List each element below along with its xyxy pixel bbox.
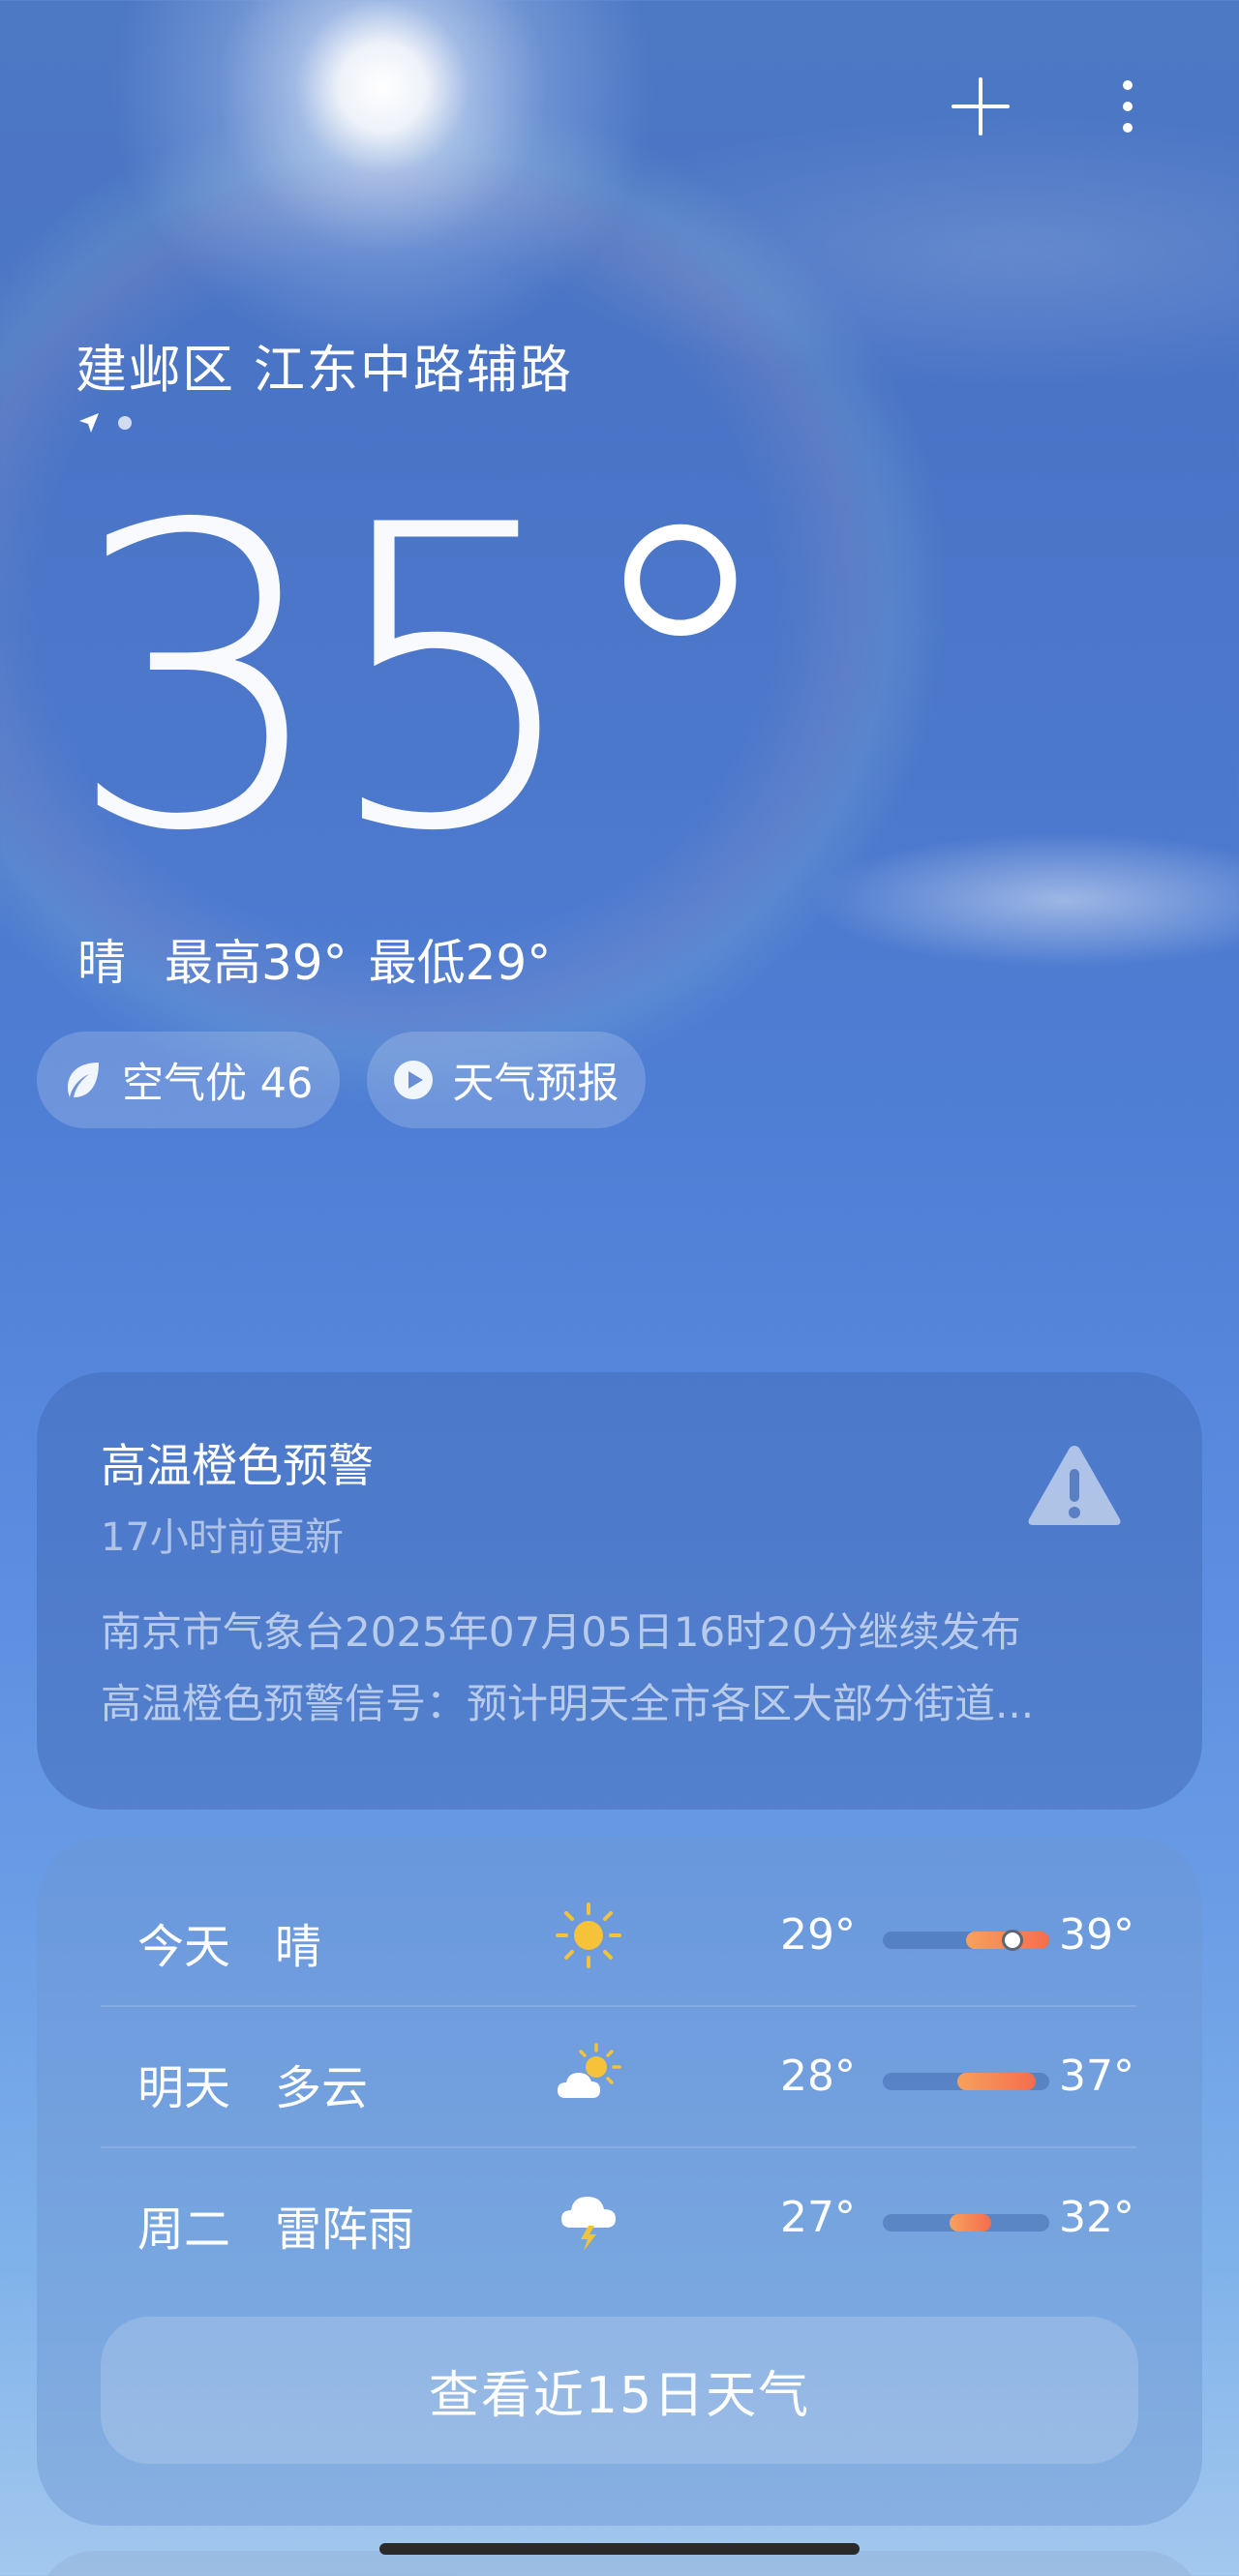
forecast-row[interactable]: 今天 晴 29° 39° [101, 1866, 1136, 2007]
forecast-video-chip[interactable]: 天气预报 [367, 1032, 647, 1128]
alert-title: 高温橙色预警 [101, 1440, 374, 1493]
plus-icon [952, 77, 1010, 135]
today-high: 最高39° [165, 935, 348, 991]
forecast-day: 周二 [137, 2202, 231, 2257]
play-circle-icon [394, 1061, 434, 1099]
forecast-condition: 雷阵雨 [275, 2202, 415, 2257]
temperature-range-fill [957, 2073, 1037, 2090]
thunderstorm-icon [561, 2197, 616, 2251]
forecast-low: 27° [780, 2193, 856, 2242]
forecast-day: 今天 [137, 1920, 231, 1974]
add-city-button[interactable] [942, 68, 1019, 145]
weather-alert-card[interactable]: 高温橙色预警 17小时前更新 南京市气象台2025年07月05日16时20分继续… [37, 1372, 1202, 1810]
air-quality-label: 空气优 46 [122, 1060, 314, 1108]
forecast-low: 28° [780, 2052, 856, 2101]
more-options-button[interactable] [1089, 68, 1166, 145]
sun-icon [556, 1902, 621, 1968]
air-quality-chip[interactable]: 空气优 46 [37, 1032, 341, 1128]
alert-body: 南京市气象台2025年07月05日16时20分继续发布 高温橙色预警信号：预计明… [101, 1597, 1127, 1740]
forecast-condition: 多云 [275, 2061, 369, 2115]
current-temperature-marker [1002, 1930, 1024, 1951]
warning-icon [1028, 1446, 1121, 1525]
partly-cloudy-icon [558, 2043, 621, 2098]
current-condition: 晴 [77, 935, 126, 991]
forecast-condition: 晴 [275, 1920, 322, 1974]
page-dot [118, 416, 132, 430]
leaf-icon [68, 1063, 99, 1097]
today-low: 最低29° [368, 935, 552, 991]
alert-body-line: 南京市气象台2025年07月05日16时20分继续发布 [101, 1608, 1021, 1656]
forecast-high: 37° [1059, 2052, 1134, 2101]
view-15-day-forecast-button[interactable]: 查看近15日天气 [101, 2317, 1138, 2464]
location-arrow-icon [79, 413, 99, 433]
current-summary: 晴 最高39° 最低29° [77, 924, 551, 994]
temperature-range-bar [883, 1932, 1049, 1949]
alert-updated-time: 17小时前更新 [101, 1515, 344, 1560]
temperature-range-bar [883, 2073, 1049, 2090]
more-vertical-icon [1123, 80, 1133, 133]
forecast-high: 32° [1059, 2193, 1134, 2242]
forecast-low: 29° [780, 1910, 856, 1960]
forecast-high: 39° [1059, 1910, 1134, 1960]
forecast-video-label: 天气预报 [452, 1060, 620, 1108]
current-temperature: 35° [66, 438, 784, 922]
temperature-range-fill [949, 2214, 991, 2232]
forecast-row[interactable]: 周二 雷阵雨 27° 32° [101, 2148, 1136, 2290]
forecast-row[interactable]: 明天 多云 28° 37° [101, 2007, 1136, 2148]
location-name: 建邺区 江东中路辅路 [76, 341, 573, 400]
home-indicator[interactable] [379, 2543, 860, 2555]
forecast-day: 明天 [137, 2061, 231, 2115]
temperature-range-bar [883, 2214, 1049, 2232]
alert-body-line: 高温橙色预警信号：预计明天全市各区大部分街道... [101, 1680, 1035, 1727]
daily-forecast-card: 今天 晴 29° 39° 明天 多云 28° 37° 周二 雷阵雨 27° 32… [37, 1837, 1202, 2526]
page-indicators [77, 411, 132, 434]
